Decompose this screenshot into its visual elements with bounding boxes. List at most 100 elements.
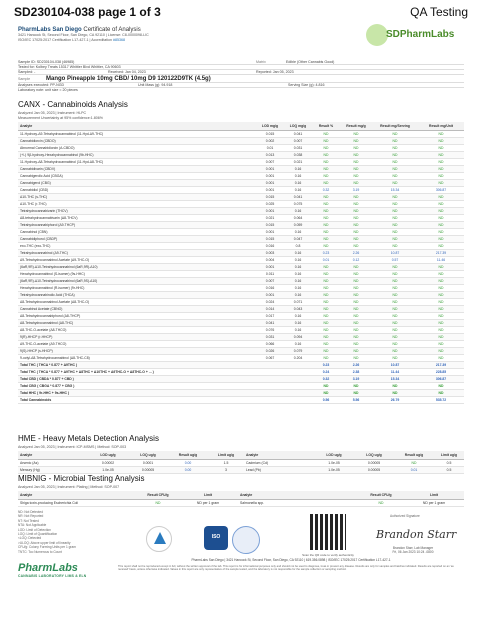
footer-disclaimer: This report shall not be reproduced exce… xyxy=(118,565,454,572)
table-cell: ND xyxy=(340,172,372,180)
column-header: LOD ug/g xyxy=(314,451,354,460)
table-cell: (6aR,9R)-Δ10-Tetrahydrocannabinol (6aR,9… xyxy=(18,263,256,271)
table-cell: 0.16 xyxy=(284,319,312,327)
table-row: Total Cannabinoids 0.56 5.56 26.79 535.72 xyxy=(18,396,464,404)
table-cell: ND xyxy=(340,179,372,187)
column-header: LOQ ug/g xyxy=(354,451,394,460)
table-cell: ND xyxy=(312,193,340,201)
table-cell: 2.38 xyxy=(340,368,372,376)
table-cell: ND xyxy=(418,151,464,159)
column-header: Analyte xyxy=(244,451,314,460)
table-cell: ND xyxy=(312,291,340,299)
table-cell: ND xyxy=(312,270,340,278)
table-cell: ND xyxy=(372,130,418,138)
table-cell: 1.0e-05 xyxy=(314,466,354,474)
table-cell xyxy=(284,382,312,390)
column-header: Analyte xyxy=(238,491,358,500)
table-cell: 0.015 xyxy=(256,193,284,201)
table-cell: 0.16 xyxy=(284,312,312,320)
table-cell: ND xyxy=(312,242,340,250)
qr-caption: Scan the QR code to verify authenticity xyxy=(302,553,354,557)
table-cell: ND xyxy=(340,207,372,215)
table-cell: 0.001 xyxy=(256,179,284,187)
table-cell: ND xyxy=(372,347,418,355)
table-cell: 0.014 xyxy=(256,305,284,313)
table-row: Mercury (Hg) 1.0e-05 0.00005 0.00 3 Lead (Pb)… xyxy=(18,466,464,474)
mib-analyzed: Analyzed Jan 05, 2023 | Instrument: Plat… xyxy=(18,485,120,489)
table-cell: ND xyxy=(418,284,464,292)
table-cell: Tetrahydrocannabinolic Acid (THCA) xyxy=(18,291,256,299)
table-cell: Cadmium (Cd) xyxy=(244,459,314,467)
table-cell: ND xyxy=(312,340,340,348)
lab-certification: ISO/IEC 17025:2017 Certification L17-427… xyxy=(18,38,318,43)
table-row: Hexahydrocannabinol (R-isomer) (9r-HHC) 0… xyxy=(18,284,464,292)
table-cell: 9(S)-HHCP (s-HHCP) xyxy=(18,347,256,355)
table-cell: ND xyxy=(372,312,418,320)
product-label: Sample xyxy=(18,76,31,81)
table-cell: ND xyxy=(372,263,418,271)
table-cell: ND xyxy=(372,382,418,390)
table-cell: ND xyxy=(418,277,464,285)
table-cell: Hexahydrocannabinol (S-isomer) (9s-HHC) xyxy=(18,270,256,278)
table-cell: ND xyxy=(312,228,340,236)
column-header: Analyte xyxy=(18,122,256,131)
table-cell xyxy=(256,368,284,376)
table-cell: ND xyxy=(340,326,372,334)
table-cell: 0.064 xyxy=(284,214,312,222)
table-cell: ND xyxy=(312,347,340,355)
table-cell: 0.067 xyxy=(256,354,284,362)
table-cell: ND xyxy=(418,235,464,243)
table-cell: 9-octyl-Δ8-Tetrahydrocannabinol (Δ8-THC-… xyxy=(18,354,256,362)
table-cell: 0.041 xyxy=(256,319,284,327)
table-cell xyxy=(256,382,284,390)
table-cell: 0.017 xyxy=(256,312,284,320)
table-cell: (6aR,9R)-Δ10-Tetrahydrocannabinol (6aR,9… xyxy=(18,277,256,285)
fda-badge-icon xyxy=(146,526,172,552)
table-cell: 0.56 xyxy=(312,396,340,404)
table-cell: ND xyxy=(312,333,340,341)
table-row: Cannabigerol (CBG) 0.001 0.16 ND ND ND ND xyxy=(18,179,464,187)
table-cell: ND xyxy=(372,270,418,278)
table-cell: 0.16 xyxy=(284,263,312,271)
table-cell: ND xyxy=(372,179,418,187)
table-cell: ND xyxy=(418,298,464,306)
table-cell: ND xyxy=(372,221,418,229)
table-cell: ND xyxy=(340,340,372,348)
table-cell: Shiga toxin-producing Escherichia Coli xyxy=(18,499,138,507)
table-cell: Total THC ( THCA * 0.877 + Δ9THC + Δ8THC… xyxy=(18,368,256,376)
table-row: Arsenic (As) 0.00002 0.0001 0.00 1.5 Cadmium … xyxy=(18,459,464,467)
table-cell: 306.87 xyxy=(418,375,464,383)
table-cell: ND xyxy=(340,193,372,201)
column-header: LOQ mg/g xyxy=(284,122,312,131)
table-cell: 0.021 xyxy=(256,214,284,222)
table-cell: ND xyxy=(312,158,340,166)
table-row: Cannabidiol (CBD) 0.001 0.16 0.32 3.19 15.34 3… xyxy=(18,186,464,194)
table-cell: ND xyxy=(372,172,418,180)
table-row: Δ9-THC-O-acetate (Δ9-THCO) 0.066 0.16 ND ND N… xyxy=(18,340,464,348)
hme-analyzed: Analyzed Jan 05, 2023 | Instrument: ICP-… xyxy=(18,445,127,449)
column-header: Result % xyxy=(312,122,340,131)
table-cell: ND xyxy=(372,193,418,201)
table-cell: Arsenic (As) xyxy=(18,459,88,467)
column-header: Result mg/g xyxy=(340,122,372,131)
table-row: Cannabinol Acetate (CBNO) 0.014 0.043 ND ND N… xyxy=(18,305,464,313)
table-cell: 0.079 xyxy=(284,347,312,355)
table-row: Total HHC ( 9r-HHC + 9s-HHC ) ND ND ND ND xyxy=(18,389,464,397)
table-cell: Tetrahydrocannabiphorol (Δ9-THCP) xyxy=(18,221,256,229)
verification-qr-code[interactable] xyxy=(310,514,346,550)
table-row: Δ10-THC (r-THC) 0.025 0.075 ND ND ND ND xyxy=(18,200,464,208)
table-cell: 1.0e-05 xyxy=(314,459,354,467)
pharmware-logo-text: PharmLabs xyxy=(18,562,78,574)
table-cell: 10.87 xyxy=(372,361,418,369)
table-cell xyxy=(284,396,312,404)
table-cell xyxy=(284,375,312,383)
cannabinoid-table: Analyte LOD mg/g LOQ mg/g Result % Result mg… xyxy=(18,122,464,404)
table-cell: Δ8-THC-O-acetate (Δ8-THCO) xyxy=(18,326,256,334)
accreditation-link[interactable]: #85368 xyxy=(113,38,125,42)
pharmware-logo: PharmLabs CANNABIS LABORATORY LIMS & ELN xyxy=(18,562,98,592)
table-cell: 5.56 xyxy=(340,396,372,404)
table-cell: ND xyxy=(372,340,418,348)
table-cell: ND xyxy=(372,235,418,243)
table-cell: ND xyxy=(394,459,434,467)
table-cell: Cannabidiphorol (CBDP) xyxy=(18,235,256,243)
